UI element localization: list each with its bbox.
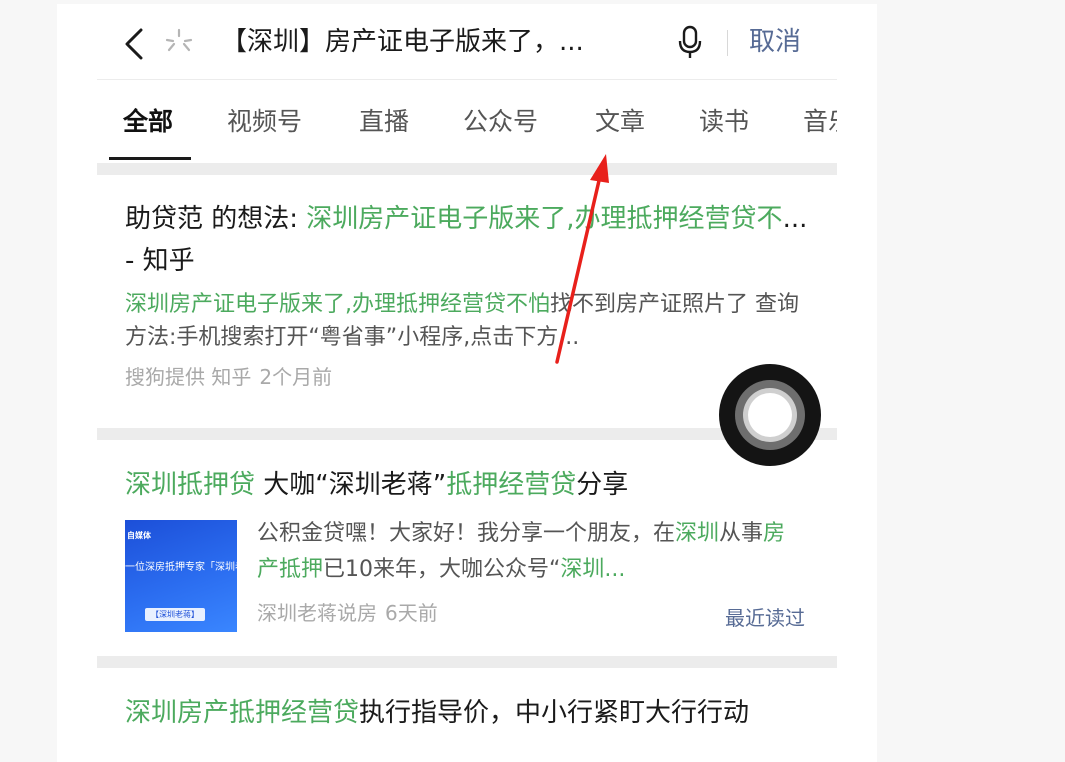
result-title-highlight: 深圳房产证电子版来了,办理抵押经营贷不: [306, 204, 783, 234]
thumbnail-caption: 一位深房抵押专家「深圳老: [125, 562, 237, 573]
result-thumbnail[interactable]: 自媒体 一位深房抵押专家「深圳老 【深圳老蒋】: [125, 520, 237, 632]
result-title-text: 大咖“深圳老蒋”: [255, 470, 447, 500]
section-gap: [97, 163, 837, 175]
wechat-search-page: 【深圳】房产证电子版来了，... 取消 全部 视频号 直播 公众号 文章 读书 …: [57, 4, 877, 762]
result-title[interactable]: 助贷范 的想法: 深圳房产证电子版来了,办理抵押经营贷不... - 知乎: [125, 198, 815, 282]
assistive-touch-icon[interactable]: [719, 364, 821, 466]
result-time: 6天前: [385, 601, 438, 625]
tab-official-accounts[interactable]: 公众号: [463, 105, 538, 139]
result-source: 搜狗提供 知乎: [125, 365, 252, 389]
search-result[interactable]: 深圳抵押贷 大咖“深圳老蒋”抵押经营贷分享: [125, 464, 815, 506]
tab-music[interactable]: 音乐: [803, 105, 837, 139]
tab-all[interactable]: 全部: [123, 105, 173, 139]
section-gap: [97, 656, 837, 668]
result-source: 深圳老蒋说房: [257, 601, 377, 625]
thumbnail-caption: 【深圳老蒋】: [145, 608, 205, 621]
result-title[interactable]: 深圳抵押贷 大咖“深圳老蒋”抵押经营贷分享: [125, 464, 815, 506]
cancel-button[interactable]: 取消: [749, 22, 801, 62]
tab-articles[interactable]: 文章: [595, 105, 645, 139]
result-title-text: 助贷范 的想法:: [125, 204, 307, 234]
loading-spinner-icon: [165, 28, 193, 52]
microphone-icon[interactable]: [677, 24, 703, 60]
tab-channels[interactable]: 视频号: [227, 105, 302, 139]
result-title-highlight: 深圳抵押贷: [125, 470, 256, 500]
search-bar: 【深圳】房产证电子版来了，... 取消: [97, 4, 837, 80]
result-snippet-highlight: 深圳...: [560, 557, 626, 582]
result-title-highlight: 抵押经营贷: [446, 470, 577, 500]
thumbnail-caption: 自媒体: [127, 531, 151, 540]
tab-books[interactable]: 读书: [699, 105, 749, 139]
result-snippet-text: 公积金贷嘿！大家好！我分享一个朋友，在: [257, 521, 676, 546]
result-time: 2个月前: [259, 365, 333, 389]
category-tabs: 全部 视频号 直播 公众号 文章 读书 音乐: [97, 81, 837, 163]
chevron-left-icon[interactable]: [119, 26, 149, 62]
result-title[interactable]: 深圳房产抵押经营贷执行指导价，中小行紧盯大行行动: [125, 692, 805, 734]
result-snippet: 深圳房产证电子版来了,办理抵押经营贷不怕找不到房产证照片了 查询方法:手机搜索打…: [125, 288, 815, 354]
result-title-highlight: 深圳房产抵押经营贷: [125, 698, 360, 728]
result-title-text: 执行指导价，中小行紧盯大行行动: [359, 698, 750, 728]
result-title-text: 分享: [576, 470, 629, 500]
recently-read-badge: 最近读过: [725, 606, 805, 630]
search-input[interactable]: 【深圳】房产证电子版来了，...: [221, 22, 641, 62]
result-snippet-highlight: 深圳房产证电子版来了,办理抵押经营贷不怕: [125, 292, 550, 317]
tab-live[interactable]: 直播: [359, 105, 409, 139]
result-meta: 搜狗提供 知乎 2个月前: [125, 362, 815, 392]
result-snippet: 公积金贷嘿！大家好！我分享一个朋友，在深圳从事房产抵押已10来年，大咖公众号“深…: [257, 516, 797, 588]
search-result[interactable]: 深圳房产抵押经营贷执行指导价，中小行紧盯大行行动: [125, 692, 805, 734]
result-snippet-text: 已10来年，大咖公众号“: [323, 557, 561, 582]
result-snippet-text: 从事: [719, 521, 764, 546]
search-divider: [727, 30, 728, 56]
assistive-touch-ring: [748, 393, 792, 437]
search-result[interactable]: 助贷范 的想法: 深圳房产证电子版来了,办理抵押经营贷不... - 知乎 深圳房…: [125, 198, 815, 392]
result-snippet-highlight: 深圳: [675, 521, 720, 546]
result-meta: 深圳老蒋说房 6天前: [257, 598, 446, 628]
tab-active-indicator: [109, 157, 191, 160]
